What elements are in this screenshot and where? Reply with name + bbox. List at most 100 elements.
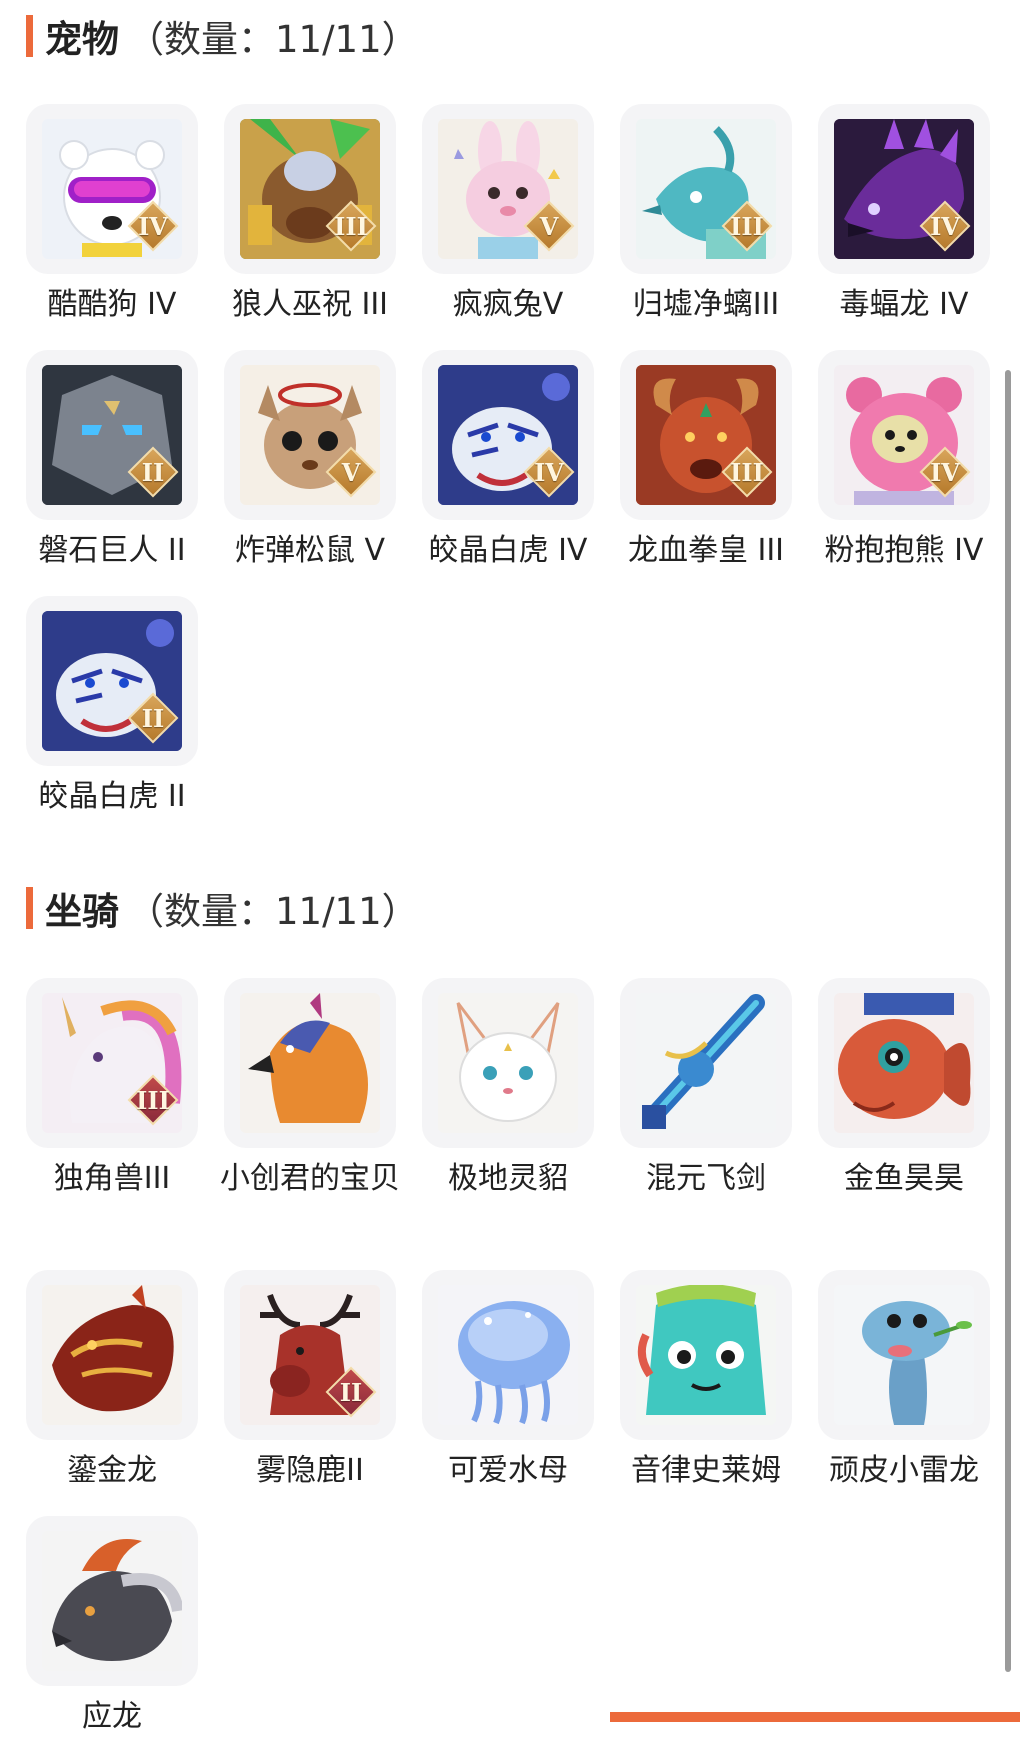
bottom-accent-bar (610, 1712, 1020, 1722)
pet-card[interactable]: IV (818, 350, 990, 520)
pet-card[interactable]: III (620, 104, 792, 274)
pets-section-header: 宠物 （数量：11/11） (26, 14, 419, 61)
pets-section-title: 宠物 (45, 18, 119, 61)
gilded-dragon-icon (42, 1285, 182, 1425)
mount-item[interactable]: 音律史莱姆 (607, 1270, 805, 1494)
pet-item[interactable]: V 疯疯兔V (409, 104, 607, 328)
mount-item[interactable]: 小创君的宝贝 (211, 978, 409, 1202)
scrollbar[interactable] (1005, 370, 1011, 1672)
phoenix-icon (240, 993, 380, 1133)
unicorn-icon: III (42, 993, 182, 1133)
pet-card[interactable]: V (224, 350, 396, 520)
mount-name: 独角兽III (53, 1161, 171, 1196)
pet-name: 狼人巫祝 III (231, 287, 389, 322)
mount-card[interactable] (422, 978, 594, 1148)
mounts-count: （数量：11/11） (127, 890, 419, 933)
mount-item[interactable]: 应龙 (13, 1516, 211, 1740)
mount-item[interactable]: II 雾隐鹿II (211, 1270, 409, 1494)
pet-card[interactable]: II (26, 596, 198, 766)
goldfish-icon (834, 993, 974, 1133)
mount-item[interactable]: 混元飞剑 (607, 978, 805, 1202)
pets-count: （数量：11/11） (127, 18, 419, 61)
pet-card[interactable]: IV (422, 350, 594, 520)
mount-name: 金鱼昊昊 (844, 1161, 964, 1196)
mount-name: 雾隐鹿II (256, 1453, 364, 1488)
bomb-squirrel-icon: V (240, 365, 380, 505)
mount-name: 混元飞剑 (646, 1161, 766, 1196)
poison-bat-dragon-icon: IV (834, 119, 974, 259)
accent-bar (26, 15, 33, 57)
pet-item[interactable]: IV 毒蝠龙 IV (805, 104, 1003, 328)
mount-name: 小创君的宝贝 (220, 1161, 400, 1196)
mount-card[interactable]: II (224, 1270, 396, 1440)
mount-card[interactable] (620, 978, 792, 1148)
accent-bar (26, 887, 33, 929)
mount-card[interactable] (818, 978, 990, 1148)
pink-hug-bear-icon: IV (834, 365, 974, 505)
mount-name: 应龙 (82, 1699, 142, 1734)
pet-name: 毒蝠龙 IV (839, 287, 969, 322)
pet-card[interactable]: V (422, 104, 594, 274)
tier-badge: III (720, 199, 774, 253)
cool-dog-icon: IV (42, 119, 182, 259)
naughty-brontosaurus-icon (834, 1285, 974, 1425)
pet-name: 归墟净螭III (632, 287, 780, 322)
tier-badge: II (126, 691, 180, 745)
pet-item[interactable]: IV 酷酷狗 IV (13, 104, 211, 328)
mount-item[interactable]: 顽皮小雷龙 (805, 1270, 1003, 1494)
pet-name: 炸弹松鼠 V (234, 533, 386, 568)
pet-name: 疯疯兔V (452, 287, 564, 322)
mount-card[interactable] (818, 1270, 990, 1440)
pet-card[interactable]: II (26, 350, 198, 520)
mount-item[interactable]: 鎏金龙 (13, 1270, 211, 1494)
mount-card[interactable] (620, 1270, 792, 1440)
pet-name: 皎晶白虎 IV (428, 533, 588, 568)
crazy-rabbit-icon: V (438, 119, 578, 259)
mount-name: 音律史莱姆 (631, 1453, 781, 1488)
mist-deer-icon: II (240, 1285, 380, 1425)
tier-badge: II (324, 1365, 378, 1419)
mount-card[interactable] (422, 1270, 594, 1440)
tier-badge: IV (522, 445, 576, 499)
flying-sword-icon (636, 993, 776, 1133)
pet-item[interactable]: II 磐石巨人 II (13, 350, 211, 574)
mount-card[interactable] (26, 1516, 198, 1686)
mounts-section-header: 坐骑 （数量：11/11） (26, 886, 419, 933)
dragon-blood-boxer-icon: III (636, 365, 776, 505)
water-dragon-icon: III (636, 119, 776, 259)
mount-item[interactable]: III 独角兽III (13, 978, 211, 1202)
werewolf-shaman-icon: III (240, 119, 380, 259)
pet-item[interactable]: III 归墟净螭III (607, 104, 805, 328)
pet-item[interactable]: IV 皎晶白虎 IV (409, 350, 607, 574)
pet-name: 皎晶白虎 II (38, 779, 186, 814)
pet-item[interactable]: V 炸弹松鼠 V (211, 350, 409, 574)
mount-card[interactable]: III (26, 978, 198, 1148)
pet-item[interactable]: III 龙血拳皇 III (607, 350, 805, 574)
tier-badge: IV (918, 445, 972, 499)
pet-name: 酷酷狗 IV (47, 287, 177, 322)
mount-item[interactable]: 金鱼昊昊 (805, 978, 1003, 1202)
mount-card[interactable] (224, 978, 396, 1148)
pet-card[interactable]: IV (818, 104, 990, 274)
crystal-white-tiger-icon: IV (438, 365, 578, 505)
jellyfish-icon (438, 1285, 578, 1425)
mount-item[interactable]: 可爱水母 (409, 1270, 607, 1494)
mount-name: 顽皮小雷龙 (829, 1453, 979, 1488)
tier-badge: IV (918, 199, 972, 253)
tier-badge: II (126, 445, 180, 499)
pet-card[interactable]: III (620, 350, 792, 520)
crystal-white-tiger-icon: II (42, 611, 182, 751)
pet-item[interactable]: IV 粉抱抱熊 IV (805, 350, 1003, 574)
pet-item[interactable]: III 狼人巫祝 III (211, 104, 409, 328)
pet-item[interactable]: II 皎晶白虎 II (13, 596, 211, 820)
tier-badge: IV (126, 199, 180, 253)
mount-name: 极地灵貂 (448, 1161, 568, 1196)
tier-badge: V (324, 445, 378, 499)
pet-card[interactable]: IV (26, 104, 198, 274)
pet-name: 磐石巨人 II (38, 533, 186, 568)
tier-badge: III (126, 1073, 180, 1127)
mount-name: 可爱水母 (448, 1453, 568, 1488)
pet-card[interactable]: III (224, 104, 396, 274)
mount-item[interactable]: 极地灵貂 (409, 978, 607, 1202)
mount-card[interactable] (26, 1270, 198, 1440)
